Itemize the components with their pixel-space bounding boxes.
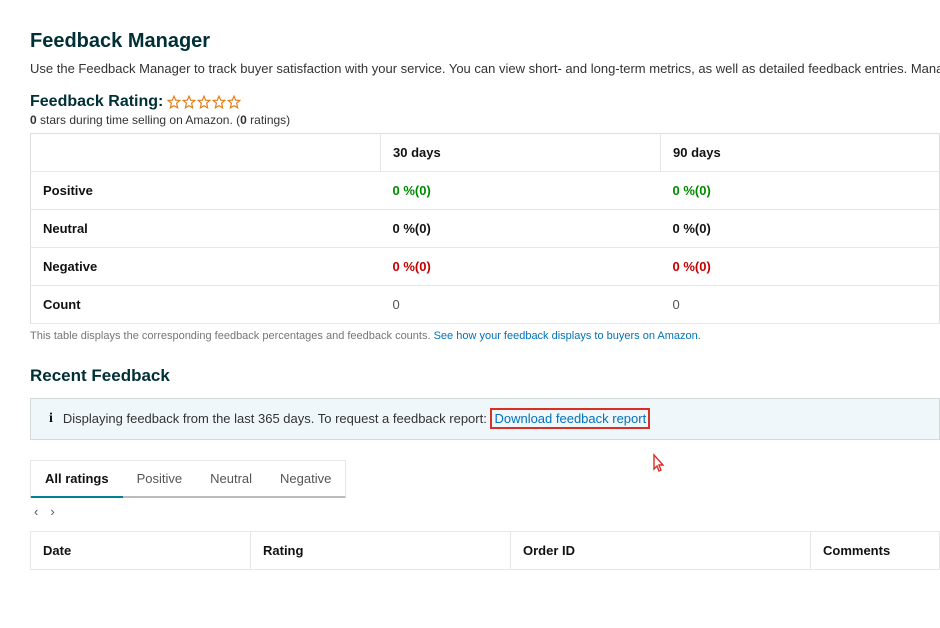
intro-text: Use the Feedback Manager to track buyer …	[30, 59, 940, 79]
intro-body: Use the Feedback Manager to track buyer …	[30, 61, 940, 76]
metric-cell: 0 %(0)	[381, 209, 661, 247]
star-icon	[167, 95, 181, 109]
tab-positive[interactable]: Positive	[123, 461, 197, 496]
pager-prev[interactable]: ‹	[34, 504, 38, 519]
rating-subtitle: 0 stars during time selling on Amazon. (…	[30, 113, 940, 127]
recent-feedback-table: Date Rating Order ID Comments	[30, 531, 940, 570]
metric-cell: 0 %(0)	[381, 247, 661, 285]
cursor-icon	[648, 453, 668, 477]
row-label: Negative	[31, 247, 381, 285]
metric-cell: 0	[381, 285, 661, 323]
page-title: Feedback Manager	[30, 30, 940, 53]
table-row: Positive0 %(0)0 %(0)	[31, 171, 940, 209]
caption-text: This table displays the corresponding fe…	[30, 330, 434, 342]
star-icon	[197, 95, 211, 109]
feedback-filter-tabs: All ratingsPositiveNeutralNegative	[30, 460, 346, 498]
feedback-metrics-table: 30 days 90 days Positive0 %(0)0 %(0)Neut…	[30, 133, 940, 324]
rating-count-value: 0	[240, 113, 247, 127]
table-header-30days: 30 days	[381, 133, 661, 171]
row-label: Count	[31, 285, 381, 323]
tab-neutral[interactable]: Neutral	[196, 461, 266, 496]
metric-cell: 0 %(0)	[661, 171, 940, 209]
recent-header-rating: Rating	[251, 531, 511, 569]
metric-cell: 0 %(0)	[381, 171, 661, 209]
info-icon: i	[49, 411, 53, 427]
metric-cell: 0	[661, 285, 940, 323]
info-banner: i Displaying feedback from the last 365 …	[30, 398, 940, 440]
table-header-90days: 90 days	[661, 133, 940, 171]
rating-stars-value: 0	[30, 113, 37, 127]
tab-negative[interactable]: Negative	[266, 461, 345, 496]
tab-all-ratings[interactable]: All ratings	[31, 461, 123, 498]
star-icon	[212, 95, 226, 109]
table-row: Count00	[31, 285, 940, 323]
recent-header-date: Date	[31, 531, 251, 569]
metric-cell: 0 %(0)	[661, 247, 940, 285]
pagination: ‹ ›	[30, 504, 940, 519]
pager-next[interactable]: ›	[50, 504, 54, 519]
row-label: Neutral	[31, 209, 381, 247]
table-row: Neutral0 %(0)0 %(0)	[31, 209, 940, 247]
rating-sub-text: stars during time selling on Amazon. (	[37, 113, 240, 127]
table-row: Negative0 %(0)0 %(0)	[31, 247, 940, 285]
recent-header-comments: Comments	[811, 531, 940, 569]
rating-sub-suffix: ratings)	[247, 113, 290, 127]
metric-cell: 0 %(0)	[661, 209, 940, 247]
star-rating	[167, 95, 241, 109]
recent-header-orderid: Order ID	[511, 531, 811, 569]
rating-heading-label: Feedback Rating:	[30, 93, 163, 111]
download-feedback-report-link[interactable]: Download feedback report	[490, 408, 650, 429]
banner-content: Displaying feedback from the last 365 da…	[63, 411, 650, 426]
see-feedback-display-link[interactable]: See how your feedback displays to buyers…	[434, 330, 701, 342]
table-caption: This table displays the corresponding fe…	[30, 330, 940, 342]
star-icon	[227, 95, 241, 109]
table-header-empty	[31, 133, 381, 171]
recent-feedback-title: Recent Feedback	[30, 366, 940, 386]
feedback-rating-heading: Feedback Rating:	[30, 93, 940, 111]
row-label: Positive	[31, 171, 381, 209]
banner-text: Displaying feedback from the last 365 da…	[63, 411, 491, 426]
star-icon	[182, 95, 196, 109]
